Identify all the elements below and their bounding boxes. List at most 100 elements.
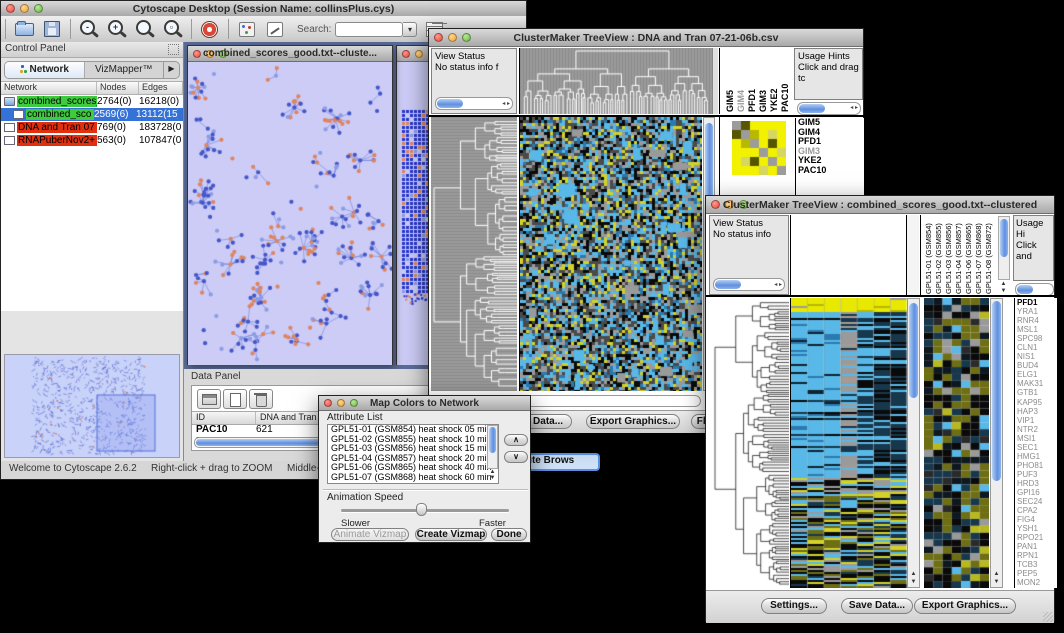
scroll-arrows-icon[interactable]: ◂ ▸	[502, 99, 510, 110]
tv1-titlebar[interactable]: ClusterMaker TreeView : DNA and Tran 07-…	[429, 29, 863, 47]
scrollbar-thumb[interactable]	[909, 303, 918, 398]
scrollbar-thumb[interactable]	[437, 99, 463, 108]
delete-attribute-icon[interactable]	[249, 389, 273, 409]
scrollbar-thumb[interactable]	[489, 427, 496, 453]
gene-label: GPI16	[1017, 488, 1057, 497]
export-graphics-button[interactable]: Export Graphics...	[914, 598, 1016, 614]
network-view-1[interactable]	[188, 62, 392, 365]
network-nodes-count: 2569(6)	[94, 109, 136, 120]
scroll-up-icon[interactable]: ▲	[991, 571, 1002, 577]
tab-overflow-button[interactable]: ▶	[163, 62, 179, 78]
save-disk-icon	[44, 21, 60, 37]
slider-thumb[interactable]	[416, 503, 427, 516]
tv2-zoom-vscrollbar[interactable]: ▲▼	[990, 298, 1003, 588]
tv2-heatmap[interactable]	[790, 298, 907, 588]
zoom-in-button[interactable]: +	[106, 19, 128, 39]
scrollbar-thumb[interactable]	[1017, 285, 1033, 294]
save-data-button[interactable]: Save Data...	[841, 598, 913, 614]
scrollbar-thumb[interactable]	[715, 280, 741, 289]
close-icon[interactable]	[402, 50, 410, 58]
tv1-subcluster-heatmap[interactable]	[732, 121, 786, 175]
attribute-list[interactable]: ▲ ▼ GPL51-01 (GSM854) heat shock 05 minG…	[327, 424, 499, 484]
tv1-heatmap[interactable]	[519, 117, 702, 391]
help-button[interactable]	[199, 19, 221, 39]
tv2-row-dendrogram[interactable]	[709, 298, 789, 588]
network-row[interactable]: combined_scores_2764(0)16218(0)	[1, 95, 183, 108]
export-graphics-button[interactable]: Export Graphics...	[586, 414, 680, 429]
scroll-down-icon[interactable]: ▼	[999, 288, 1008, 294]
new-attribute-icon[interactable]	[223, 389, 247, 409]
layout-button[interactable]	[236, 19, 258, 39]
tv2-column-label: GPL51-02 (GSM855)	[934, 217, 943, 294]
tab-vizmapper[interactable]: VizMapper™	[85, 62, 164, 78]
tv1-column-label: YKE2	[769, 52, 779, 112]
col-id: ID	[192, 412, 256, 424]
view-status-scrollbar[interactable]: ◂ ▸	[713, 278, 785, 291]
attribute-list-vscrollbar[interactable]	[487, 425, 498, 469]
network-row[interactable]: combined_sco2569(6)13112(15)	[1, 108, 183, 121]
tv1-column-dendrogram[interactable]	[519, 48, 712, 114]
animate-vizmap-button[interactable]: Animate Vizmap	[331, 528, 409, 541]
scrollbar-thumb[interactable]	[1000, 219, 1008, 257]
tv1-row-label: PAC10	[798, 166, 864, 176]
network-tree-icon	[20, 65, 28, 73]
tv1-dendro-scroll-strip[interactable]	[712, 48, 718, 114]
scroll-arrows-icon[interactable]: ◂ ▸	[850, 104, 858, 111]
scroll-down-icon[interactable]: ▼	[488, 475, 497, 481]
zoom-fit-button[interactable]	[134, 19, 156, 39]
tv1-column-label: GIM4	[736, 52, 746, 112]
tv1-column-label: PAC10	[780, 52, 790, 112]
tv2-collabel-vscrollbar[interactable]	[998, 216, 1010, 280]
scrollbar-thumb[interactable]	[992, 301, 1001, 481]
settings-button[interactable]: Settings...	[761, 598, 827, 614]
float-panel-icon[interactable]	[168, 44, 179, 55]
usage-hints-scrollbar[interactable]: ◂ ▸	[797, 102, 861, 115]
select-attributes-icon[interactable]	[197, 389, 221, 409]
create-vizmap-button[interactable]: Create Vizmap	[415, 528, 487, 541]
main-titlebar[interactable]: Cytoscape Desktop (Session Name: collins…	[1, 1, 526, 17]
network1-titlebar[interactable]: combined_scores_good.txt--cluste...	[188, 46, 392, 62]
control-panel-header: Control Panel	[1, 42, 183, 58]
move-down-button[interactable]: ∨	[504, 451, 528, 463]
tv2-titlebar[interactable]: ClusterMaker TreeView : combined_scores_…	[706, 196, 1054, 214]
file-icon	[4, 123, 15, 132]
dialog-titlebar[interactable]: Map Colors to Network	[319, 396, 530, 411]
tv1-row-dendrogram[interactable]	[431, 117, 517, 391]
view-status-line2: No status info	[713, 229, 785, 240]
move-up-button[interactable]: ∧	[504, 434, 528, 446]
tv2-top-scroll-strip[interactable]	[906, 215, 919, 295]
save-session-button[interactable]	[41, 19, 63, 39]
tab-network-label: Network	[30, 64, 69, 75]
gene-label: ELG1	[1017, 370, 1057, 379]
network-row[interactable]: RNAPuberNov2+563(0)107847(0)	[1, 134, 183, 147]
minimize-icon[interactable]	[415, 50, 423, 58]
birdseye-view[interactable]	[4, 354, 180, 458]
tv2-heatmap-vscrollbar[interactable]: ▲▼	[907, 298, 920, 588]
gene-label: MSL1	[1017, 325, 1057, 334]
gene-label: PHO81	[1017, 461, 1057, 470]
attribute-list-item[interactable]: GPL51-07 (GSM868) heat shock 60 min	[328, 473, 498, 483]
search-input[interactable]	[335, 22, 403, 37]
scroll-down-icon[interactable]: ▼	[908, 579, 919, 585]
tv1-column-labels: GIM5GIM4PFD1GIM3YKE2PAC10	[719, 48, 791, 114]
tab-network[interactable]: Network	[5, 62, 85, 78]
network-row[interactable]: DNA and Tran 07769(0)183728(0)	[1, 121, 183, 134]
gene-label: YRA1	[1017, 307, 1057, 316]
done-button[interactable]: Done	[491, 528, 527, 541]
scroll-up-icon[interactable]: ▲	[999, 281, 1008, 287]
zoom-out-button[interactable]: -	[78, 19, 100, 39]
resize-grip[interactable]	[1043, 612, 1053, 622]
scroll-arrows-icon[interactable]: ◂ ▸	[774, 280, 782, 291]
view-status-line1: View Status	[713, 218, 785, 229]
scroll-down-icon[interactable]: ▼	[991, 579, 1002, 585]
search-dropdown-icon[interactable]: ▾	[403, 22, 417, 37]
scrollbar-thumb[interactable]	[799, 104, 825, 113]
tv2-zoom-heatmap[interactable]	[924, 298, 989, 588]
tv1-usage-hints-panel: Usage Hints Click and drag tc	[794, 48, 863, 100]
zoom-selected-button[interactable]: ▫	[162, 19, 184, 39]
open-file-button[interactable]	[13, 19, 35, 39]
view-status-scrollbar[interactable]: ◂ ▸	[435, 97, 513, 110]
annotation-button[interactable]	[264, 19, 286, 39]
scroll-up-icon[interactable]: ▲	[908, 571, 919, 577]
usage-hints-line2: Click and drag tc	[798, 62, 859, 84]
